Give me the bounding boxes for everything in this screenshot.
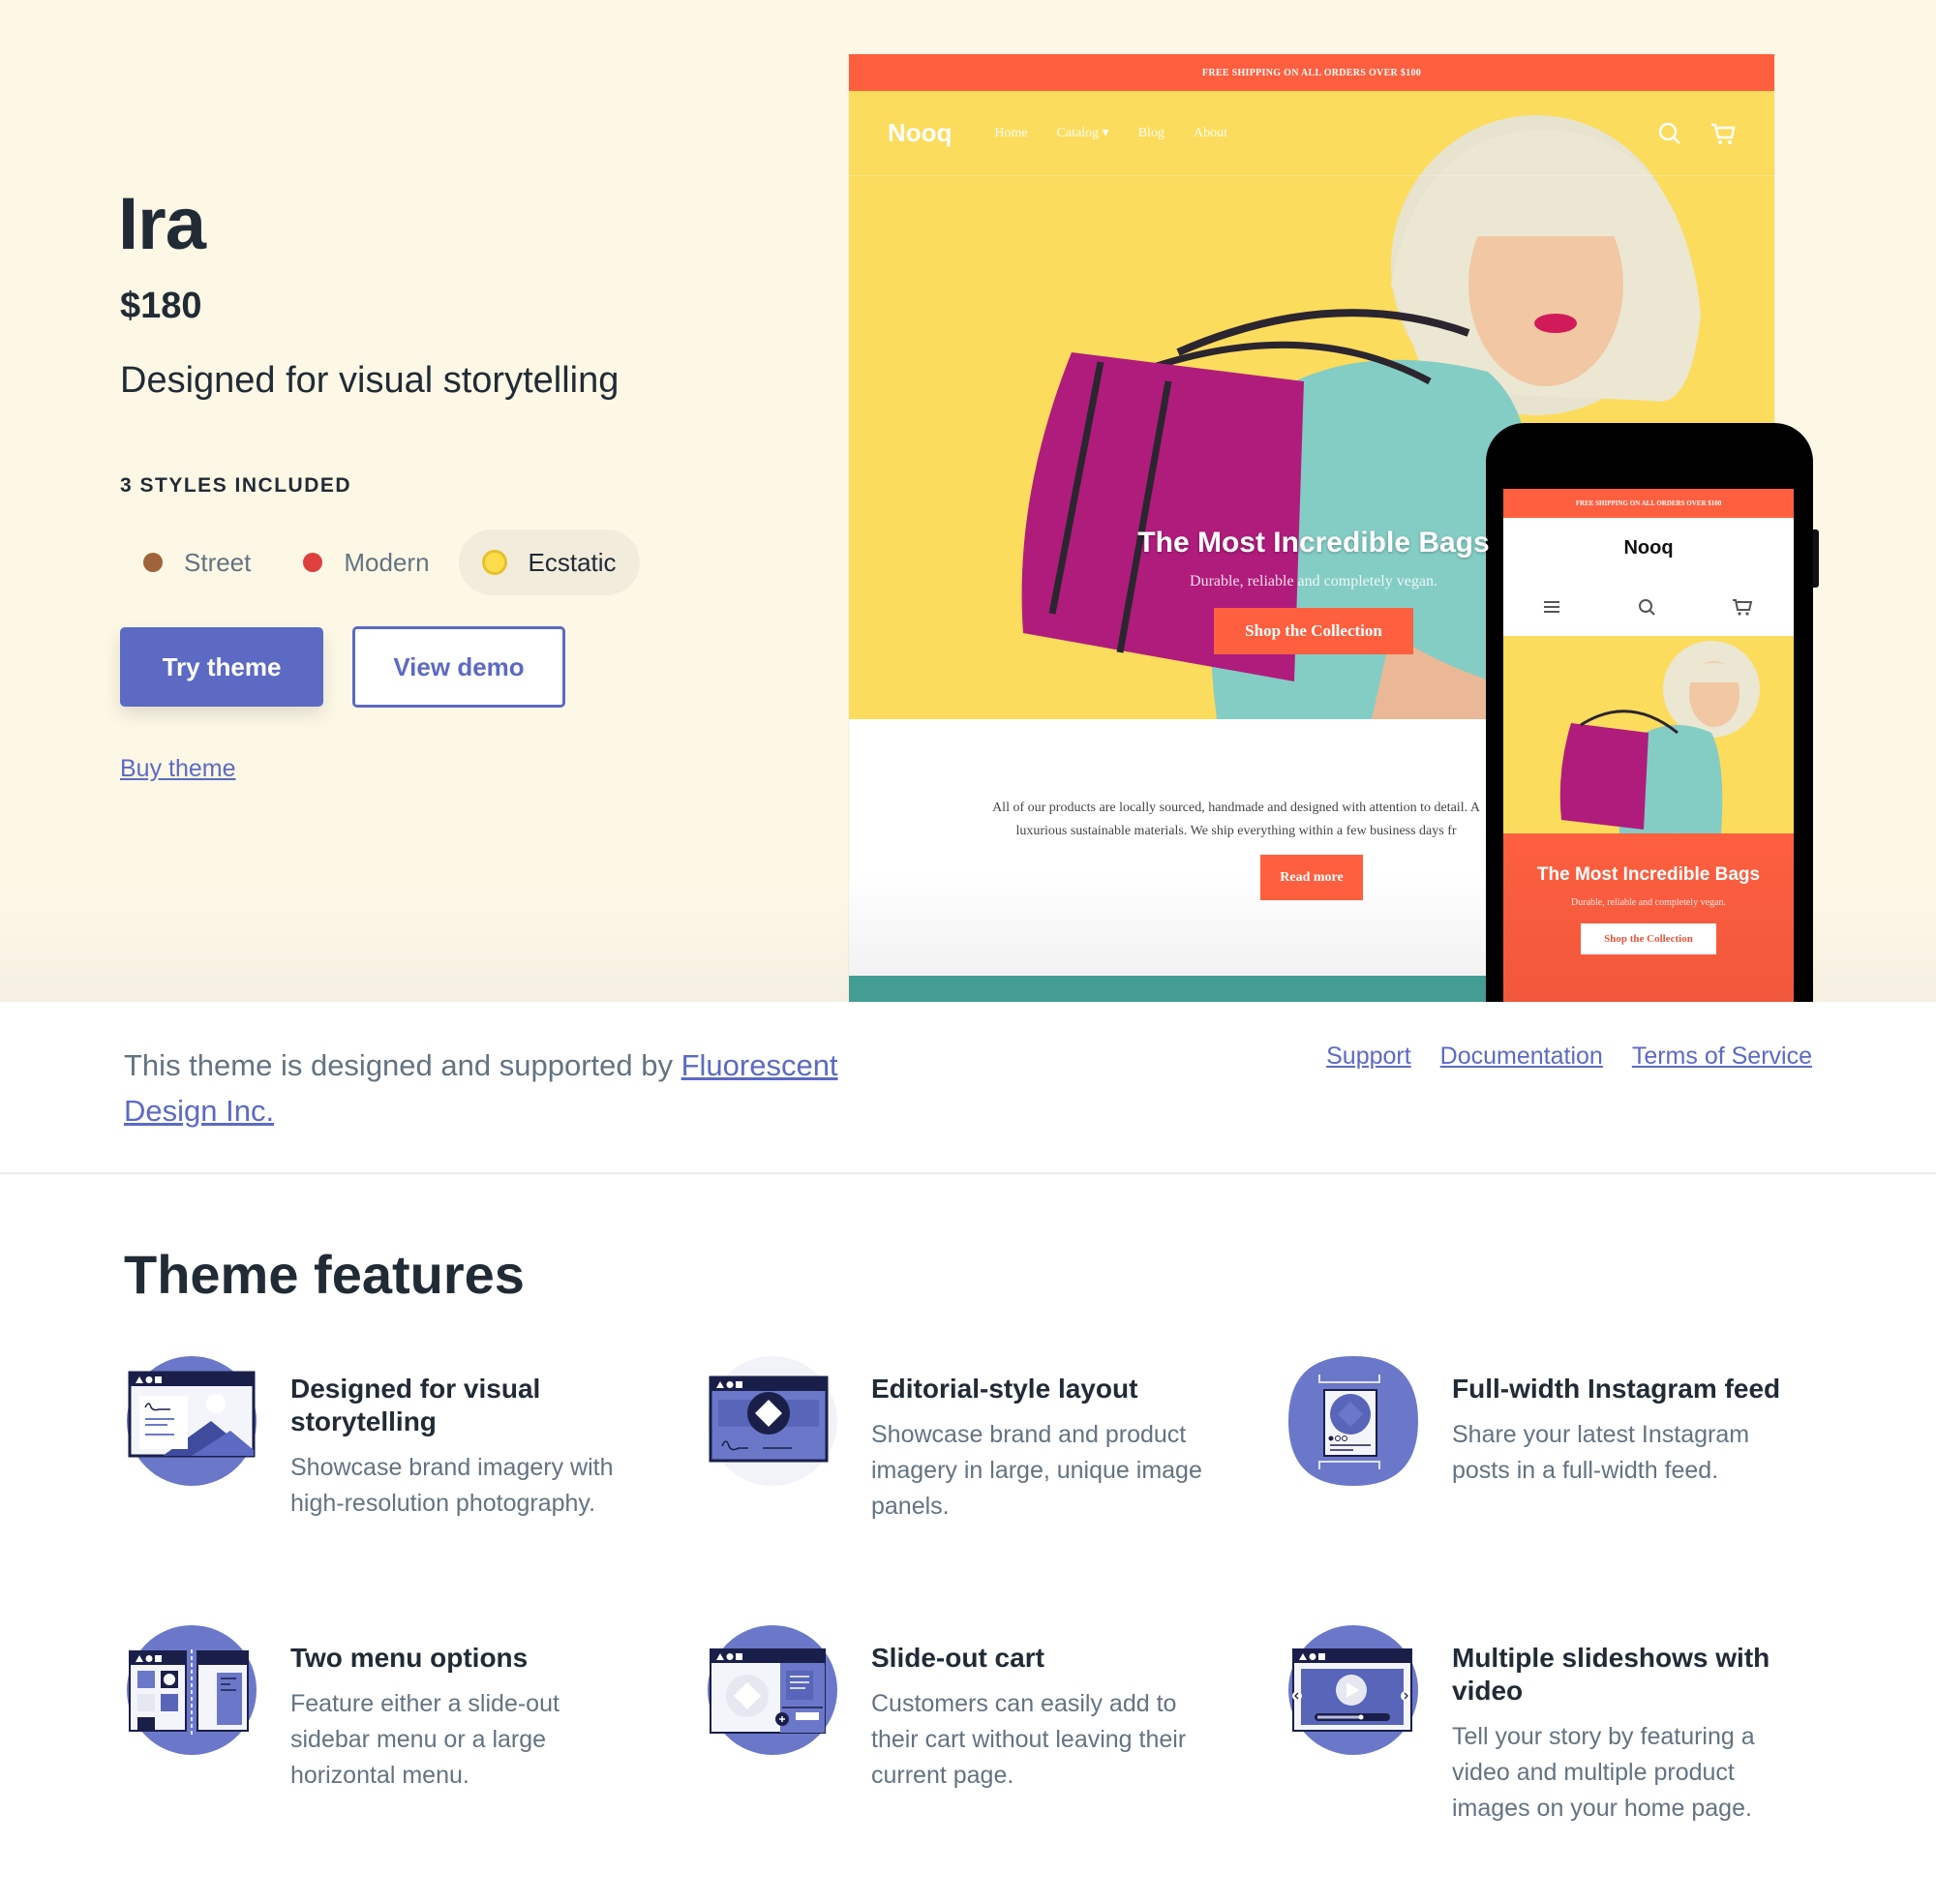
feature-item: Designed for visual storytelling Showcas… — [124, 1353, 666, 1522]
theme-tagline: Designed for visual storytelling — [120, 360, 620, 401]
preview-about-line: luxurious sustainable materials. We ship… — [1015, 824, 1457, 838]
preview-nav-home: Home — [994, 125, 1028, 140]
preview-nav-catalog: Catalog ▾ — [1056, 126, 1109, 140]
hero-section: Ira $180 Designed for visual storytellin… — [0, 0, 1936, 1002]
preview-hero-title: The Most Incredible Bags — [1137, 527, 1490, 559]
model-photo — [1559, 641, 1760, 833]
feature-description: Share your latest Instagram posts in a f… — [1452, 1421, 1750, 1484]
feature-description: Feature either a slide-out sidebar menu … — [290, 1690, 560, 1789]
preview-about-line: All of our products are locally sourced,… — [992, 801, 1480, 815]
feature-title: Editorial-style layout — [871, 1374, 1138, 1404]
search-icon — [1658, 122, 1680, 144]
theme-price: $180 — [120, 286, 202, 326]
swatch-ecstatic — [481, 550, 507, 575]
preview-about-text: All of our products are locally sourced,… — [946, 797, 1527, 843]
preview-nav-about: About — [1193, 125, 1227, 140]
preview-nav: Nooq Home Catalog ▾ Blog About — [849, 91, 1774, 176]
swatch-street — [143, 553, 163, 572]
preview-read-more-button: Read more — [1260, 855, 1363, 900]
editorial-layout-icon — [705, 1353, 840, 1489]
preview-hero-text: The Most Incredible Bags Durable, reliab… — [1062, 527, 1565, 654]
mobile-shop-button: Shop the Collection — [1581, 923, 1716, 954]
slide-out-cart-icon — [705, 1622, 840, 1758]
phone-side-button — [1813, 529, 1819, 588]
mobile-promo: The Most Incredible Bags Durable, reliab… — [1503, 833, 1794, 1002]
search-icon — [1639, 599, 1655, 616]
feature-item: Editorial-style layout Showcase brand an… — [705, 1353, 1247, 1525]
preview-logo: Nooq — [888, 118, 953, 147]
feature-item: Multiple slideshows with video Tell your… — [1286, 1622, 1828, 1827]
storytelling-icon — [124, 1353, 259, 1489]
style-selector: Street Modern Ecstatic — [120, 529, 646, 595]
styles-label: 3 STYLES INCLUDED — [120, 474, 352, 497]
cart-icon — [1733, 599, 1753, 616]
swatch-modern — [303, 553, 323, 572]
documentation-link[interactable]: Documentation — [1440, 1043, 1603, 1071]
support-links: Support Documentation Terms of Service — [1326, 1043, 1812, 1071]
style-label: Ecstatic — [528, 547, 617, 577]
announcement-bar: FREE SHIPPING ON ALL ORDERS OVER $100 — [849, 54, 1774, 91]
feature-description: Tell your story by featuring a video and… — [1452, 1723, 1755, 1822]
designer-credit: This theme is designed and supported by … — [0, 1002, 1936, 1174]
buy-theme-link[interactable]: Buy theme — [120, 755, 236, 783]
mobile-hero-image — [1503, 636, 1794, 833]
try-theme-button[interactable]: Try theme — [120, 627, 323, 707]
feature-description: Showcase brand imagery with high-resolut… — [290, 1454, 614, 1517]
credit-statement: This theme is designed and supported by — [124, 1048, 681, 1082]
style-label: Modern — [344, 547, 430, 577]
mobile-hero-title: The Most Incredible Bags — [1536, 864, 1761, 885]
terms-of-service-link[interactable]: Terms of Service — [1632, 1043, 1812, 1071]
theme-title: Ira — [118, 183, 206, 265]
preview-nav-blog: Blog — [1137, 125, 1165, 140]
feature-description: Showcase brand and product imagery in la… — [871, 1421, 1202, 1520]
feature-item: Slide-out cart Customers can easily add … — [705, 1622, 1247, 1794]
feature-title: Full-width Instagram feed — [1452, 1374, 1781, 1404]
style-option-street[interactable]: Street — [120, 529, 274, 595]
instagram-feed-icon — [1286, 1353, 1421, 1489]
features-title: Theme features — [124, 1244, 525, 1305]
style-option-modern[interactable]: Modern — [280, 529, 452, 595]
preview-hero-subtitle: Durable, reliable and completely vegan. — [1190, 573, 1437, 589]
feature-title: Slide-out cart — [871, 1643, 1044, 1673]
credit-text: This theme is designed and supported by … — [124, 1043, 879, 1133]
style-option-ecstatic[interactable]: Ecstatic — [458, 529, 640, 595]
feature-item: Two menu options Feature either a slide-… — [124, 1622, 666, 1794]
cart-icon — [1711, 123, 1736, 144]
mobile-preview: FREE SHIPPING ON ALL ORDERS OVER $100 No… — [1486, 423, 1819, 1002]
preview-shop-button: Shop the Collection — [1214, 608, 1413, 654]
mobile-hero-subtitle: Durable, reliable and completely vegan. — [1571, 897, 1726, 908]
feature-item: Full-width Instagram feed Share your lat… — [1286, 1353, 1828, 1489]
feature-title: Designed for visual storytelling — [290, 1374, 541, 1436]
feature-description: Customers can easily add to their cart w… — [871, 1690, 1187, 1789]
feature-title: Multiple slideshows with video — [1452, 1643, 1770, 1706]
style-label: Street — [184, 547, 252, 577]
feature-title: Two menu options — [290, 1643, 529, 1673]
support-link[interactable]: Support — [1326, 1043, 1411, 1071]
view-demo-button[interactable]: View demo — [352, 626, 565, 708]
mobile-announcement-bar: FREE SHIPPING ON ALL ORDERS OVER $100 — [1503, 489, 1794, 518]
slideshow-video-icon — [1286, 1622, 1421, 1758]
menu-options-icon — [124, 1622, 259, 1758]
